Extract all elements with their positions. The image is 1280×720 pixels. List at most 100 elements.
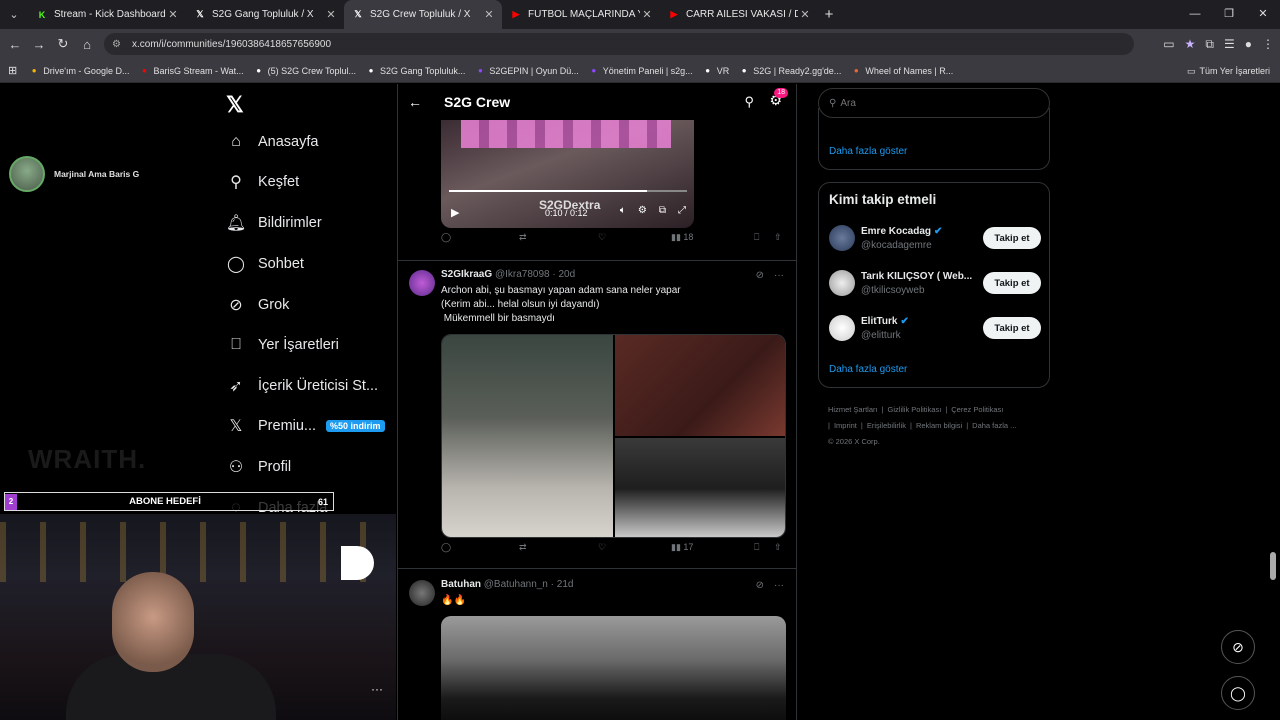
close-tab-icon[interactable]: ✕ xyxy=(482,8,496,21)
nav-item[interactable]: ◯ Sohbet xyxy=(226,249,304,279)
tab-search-icon[interactable]: ⌄ xyxy=(2,3,26,27)
browser-tab[interactable]: 𝕏 S2G Crew Topluluk / X ✕ xyxy=(344,0,502,29)
avatar[interactable] xyxy=(829,225,855,251)
close-tab-icon[interactable]: ✕ xyxy=(166,8,180,21)
x-logo-icon[interactable]: 𝕏 xyxy=(226,92,244,118)
nav-item[interactable]: ⚇ Profil xyxy=(226,452,291,482)
browser-tab[interactable]: ▶ CARR AİLESİ VAKASI / DEDEKTİ✕ xyxy=(660,0,818,29)
back-icon[interactable]: ← xyxy=(3,37,27,52)
url-field[interactable]: ⚙ x.com/i/communities/196038641865765690… xyxy=(104,33,1134,55)
pip-icon[interactable]: ⧉ xyxy=(659,205,666,216)
suggestion-name[interactable]: ElitTurk ✔ xyxy=(861,316,909,327)
minimize-icon[interactable]: — xyxy=(1178,0,1212,29)
bookmark-item[interactable]: ● Wheel of Names | R... xyxy=(851,66,953,76)
grok-fab-icon[interactable]: ⊘ xyxy=(1221,630,1255,664)
fullscreen-icon[interactable]: ⤢ xyxy=(678,205,686,216)
video-player[interactable]: S2GDextra ▶ 0:10 / 0:12 🔈︎ ⚙ ⧉ ⤢ xyxy=(441,120,694,228)
views-stat[interactable]: ▮▮ 17 xyxy=(671,542,693,553)
reply-icon[interactable]: ◯ xyxy=(441,232,451,243)
follow-button[interactable]: Takip et xyxy=(983,272,1041,294)
browser-tab[interactable]: 𝕏 S2G Gang Topluluk / X ✕ xyxy=(186,0,344,29)
bookmark-item[interactable]: ● Yönetim Paneli | s2g... xyxy=(589,66,692,76)
scrollbar[interactable] xyxy=(1270,552,1276,580)
media-image[interactable] xyxy=(615,335,785,436)
footer-link[interactable]: Daha fazla ... xyxy=(972,421,1016,430)
home-button-icon[interactable]: ⌂ xyxy=(75,37,99,52)
footer-link[interactable]: Hizmet Şartları xyxy=(828,405,878,414)
bookmark-icon[interactable]: ⎕ xyxy=(754,542,759,553)
close-tab-icon[interactable]: ✕ xyxy=(640,8,654,21)
follow-suggestion[interactable]: Emre Kocadag ✔ @kocadagemre Takip et xyxy=(829,223,1041,257)
new-tab-button[interactable]: + xyxy=(818,6,840,23)
post-author[interactable]: S2GIkraaG @Ikra78098 · 20d xyxy=(441,269,575,280)
bookmark-item[interactable]: ● S2GEPIN | Oyun Dü... xyxy=(475,66,579,76)
media-image[interactable] xyxy=(615,438,785,537)
more-icon[interactable]: ··· xyxy=(774,580,784,591)
post-author[interactable]: Batuhan @Batuhann_n · 21d xyxy=(441,579,573,590)
like-icon[interactable]: ♡ xyxy=(598,232,606,243)
bookmark-item[interactable]: ● VR xyxy=(703,66,729,76)
messages-fab-icon[interactable]: ◯ xyxy=(1221,676,1255,710)
footer-link[interactable]: Gizlilik Politikası xyxy=(888,405,942,414)
video-settings-icon[interactable]: ⚙ xyxy=(638,205,647,216)
footer-link[interactable]: Reklam bilgisi xyxy=(916,421,962,430)
reload-icon[interactable]: ↻ xyxy=(51,36,75,52)
bookmark-item[interactable]: ● BarisG Stream - Wat... xyxy=(139,66,244,76)
apps-icon[interactable]: ⊞ xyxy=(8,64,17,77)
back-arrow-icon[interactable]: ← xyxy=(408,94,430,110)
follow-suggestion[interactable]: ElitTurk ✔ @elitturk Takip et xyxy=(829,313,1041,347)
show-more-link[interactable]: Daha fazla göster xyxy=(829,364,907,375)
nav-item[interactable]: ⊘ Grok xyxy=(226,290,289,320)
nav-item[interactable]: ⌂ Anasayfa xyxy=(226,127,318,157)
footer-link[interactable]: © 2026 X Corp. xyxy=(828,437,880,446)
media-icon[interactable]: ☰ xyxy=(1224,37,1235,51)
search-box[interactable]: ⚲ xyxy=(818,88,1050,118)
close-window-icon[interactable]: ✕ xyxy=(1246,0,1280,29)
grok-icon[interactable]: ⊘ xyxy=(756,580,764,591)
footer-link[interactable]: Çerez Politikası xyxy=(951,405,1003,414)
search-icon[interactable]: ⚲ xyxy=(744,94,754,110)
repost-icon[interactable]: ⇄ xyxy=(519,542,527,553)
all-bookmarks[interactable]: ▭ Tüm Yer İşaretleri xyxy=(1187,59,1270,83)
follow-button[interactable]: Takip et xyxy=(983,227,1041,249)
footer-link[interactable]: Erişilebilirlik xyxy=(867,421,906,430)
avatar[interactable] xyxy=(829,270,855,296)
grok-icon[interactable]: ⊘ xyxy=(756,270,764,281)
like-icon[interactable]: ♡ xyxy=(598,542,606,553)
cast-icon[interactable]: ▭ xyxy=(1163,37,1174,51)
play-icon[interactable]: ▶ xyxy=(451,206,459,219)
bookmark-icon[interactable]: ⎕ xyxy=(754,232,759,243)
site-info-icon[interactable]: ⚙ xyxy=(112,39,126,50)
browser-tab[interactable]: K Stream - Kick Dashboard ✕ xyxy=(28,0,186,29)
extensions-icon[interactable]: ⧉ xyxy=(1205,37,1214,52)
nav-item[interactable]: ➶ İçerik Üreticisi St... xyxy=(226,371,378,401)
avatar[interactable] xyxy=(409,580,435,606)
close-tab-icon[interactable]: ✕ xyxy=(798,8,812,21)
follow-suggestion[interactable]: Tarık KILIÇSOY ( Web... @tkilicsoyweb Ta… xyxy=(829,268,1041,302)
avatar[interactable] xyxy=(829,315,855,341)
search-input[interactable] xyxy=(840,97,1021,109)
media-image[interactable] xyxy=(441,616,786,720)
repost-icon[interactable]: ⇄ xyxy=(519,232,527,243)
restore-icon[interactable]: ❐ xyxy=(1212,0,1246,29)
follow-button[interactable]: Takip et xyxy=(983,317,1041,339)
profile-avatar[interactable]: ● xyxy=(1245,37,1252,51)
share-icon[interactable]: ⇧ xyxy=(774,542,782,553)
browser-tab[interactable]: ▶ FUTBOL MAÇLARINDA YAŞANAN✕ xyxy=(502,0,660,29)
media-image[interactable] xyxy=(442,335,613,537)
footer-link[interactable]: Imprint xyxy=(834,421,857,430)
show-more-link[interactable]: Daha fazla göster xyxy=(829,146,907,157)
nav-item[interactable]: 𝕏 Premiu... %50 indirim xyxy=(226,411,385,441)
nav-item[interactable]: ⚲ Keşfet xyxy=(226,167,299,197)
close-tab-icon[interactable]: ✕ xyxy=(324,8,338,21)
suggestion-name[interactable]: Tarık KILIÇSOY ( Web... xyxy=(861,271,972,282)
avatar[interactable] xyxy=(409,270,435,296)
reply-icon[interactable]: ◯ xyxy=(441,542,451,553)
bookmark-item[interactable]: ● S2G Gang Topluluk... xyxy=(366,66,466,76)
share-icon[interactable]: ⇧ xyxy=(774,232,782,243)
views-stat[interactable]: ▮▮ 18 xyxy=(671,232,693,243)
forward-icon[interactable]: → xyxy=(27,37,51,52)
more-icon[interactable]: ··· xyxy=(774,270,784,281)
nav-item[interactable]: 🔔︎ Bildirimler xyxy=(226,208,322,238)
video-progress-bar[interactable] xyxy=(449,190,687,192)
